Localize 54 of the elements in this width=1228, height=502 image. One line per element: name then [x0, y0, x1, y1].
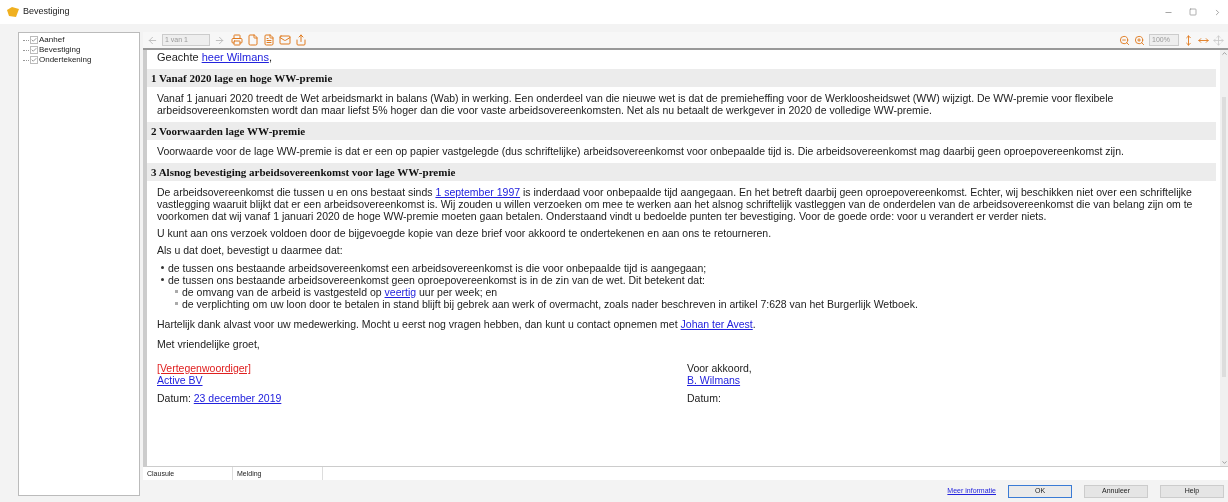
move-icon[interactable] — [1213, 34, 1224, 46]
tree-checkbox[interactable] — [30, 46, 38, 54]
section-heading: 3 Alsnog bevestiging arbeidsovereenkomst voor lage WW-premie — [147, 163, 1216, 181]
signature-line: Datum: — [687, 392, 722, 404]
scroll-down-icon[interactable] — [1220, 459, 1228, 466]
mail-icon[interactable] — [279, 34, 291, 46]
placeholder-link[interactable]: [Vertegenwoordiger] — [157, 362, 251, 374]
signature-line: Datum: 23 december 2019 — [157, 392, 283, 404]
scroll-up-icon[interactable] — [1220, 50, 1228, 57]
section-heading: 2 Voorwaarden lage WW-premie — [147, 122, 1216, 140]
text-link[interactable]: Johan ter Avest — [680, 318, 753, 330]
tree-checkbox[interactable] — [30, 36, 38, 44]
paragraph: Hartelijk dank alvast voor uw medewerking. Mocht u eerst nog vragen hebben, dan kunt u contact opnemen met Johan ter Avest. — [156, 318, 757, 330]
text-link[interactable]: heer Wilmans — [201, 51, 269, 63]
tree-item[interactable]: Ondertekening — [39, 55, 92, 65]
list-item: de tussen ons bestaande arbeidsovereenkomst geen oproepovereenkomst is in de zin van de wet. Dit betekent dat: — [168, 274, 705, 286]
text-link[interactable]: Active BV — [157, 374, 203, 386]
arrow-right-icon[interactable] — [214, 34, 225, 46]
paragraph: Als u dat doet, bevestigt u daarmee dat: — [156, 244, 344, 256]
greeting-text: Geachte heer Wilmans, — [156, 50, 273, 63]
paragraph: Voorwaarde voor de lage WW-premie is dat er een op papier vastgelegde (dus schriftelijke) arbeidsovereenkomst voor onbepaalde tijd is. Die arbeidsovereenkomst mag daarbij geen oproepovereenkomst zijn. — [156, 145, 1125, 157]
scrollbar[interactable] — [1220, 50, 1228, 466]
document-icon[interactable] — [263, 34, 275, 46]
window-title: Bevestiging — [23, 5, 70, 19]
paragraph: Met vriendelijke groet, — [156, 338, 261, 350]
tree-checkbox[interactable] — [30, 56, 38, 64]
file-icon[interactable] — [247, 34, 259, 46]
bullet-icon — [175, 302, 178, 305]
chevron-icon[interactable] — [1213, 7, 1222, 17]
text-link[interactable]: B. Wilmans — [687, 374, 741, 386]
section-heading: 1 Vanaf 2020 lage en hoge WW-premie — [147, 69, 1216, 87]
bullet-icon — [175, 290, 178, 293]
maximize-icon[interactable] — [1189, 7, 1197, 16]
arrow-left-icon[interactable] — [147, 34, 158, 46]
print-icon[interactable] — [231, 34, 243, 46]
text-link[interactable]: 23 december 2019 — [193, 392, 282, 404]
bullet-icon — [161, 278, 164, 281]
share-icon[interactable] — [295, 34, 307, 46]
fit-height-icon[interactable] — [1183, 34, 1194, 46]
zoom-in-icon[interactable] — [1134, 34, 1145, 46]
paragraph: U kunt aan ons verzoek voldoen door de bijgevoegde kopie van deze brief voor akkoord te ondertekenen en aan ons te retourneren. — [156, 227, 773, 239]
list-item: de tussen ons bestaande arbeidsovereenkomst een arbeidsovereenkomst is die voor onbepaalde tijd is aangegaan; — [168, 262, 707, 274]
tree-item[interactable]: Bevestiging — [39, 45, 81, 55]
paragraph: Vanaf 1 januari 2020 treedt de Wet arbeidsmarkt in balans (Wab) in werking. Een onderdeel van die nieuwe wet is dat de premieheffing voor de Werkloosheidswet (WW) wijzigt. De WW-premie voor flexibele arbeidsovereenkomsten wordt dan maar liefst 5% hoger dan die voor vaste arbeidsovereenkomsten. Net als nu betaalt de werkgever in 2020 de volledige WW-premie. — [156, 92, 1115, 116]
list-item: de verplichting om uw loon door te betalen in stand blijft bij gebrek aan werk of overmacht, zoals nader beschreven in artikel 7:628 van het Burgerlijk Wetboek. — [182, 298, 918, 310]
signature-line: Voor akkoord, — [687, 362, 753, 374]
paragraph: De arbeidsovereenkomst die tussen u en ons bestaat sinds 1 september 1997 is inderdaad voor onbepaalde tijd aangegaan. En het betreft daarbij geen oproepovereenkomst. Echter, wij beschikken niet over een schriftelijke vastlegging waaruit blijkt dat er een arbeidsovereenkomst is. Wij zouden u willen verzoeken om mee te werken aan het alsnog schriftelijk vastleggen van de onderdelen van de arbeidsovereenkomst die van belang zijn om te voorkomen dat wij vanaf 1 januari 2020 de hoge WW-premie moeten gaan betalen. Onderstaand vindt u bedoelde punten ter bevestiging. Voor de goede orde: voor u verandert er verder niets. — [156, 186, 1194, 222]
bullet-icon — [161, 266, 164, 269]
text-link[interactable]: 1 september 1997 — [435, 186, 521, 198]
zoom-out-icon[interactable] — [1119, 34, 1130, 46]
list-item: de omvang van de arbeid is vastgesteld op veertig uur per week; en — [182, 286, 498, 298]
tree-item[interactable]: Aanhef — [39, 35, 65, 45]
app-logo-icon — [6, 6, 20, 18]
text-link[interactable]: veertig — [384, 286, 417, 298]
